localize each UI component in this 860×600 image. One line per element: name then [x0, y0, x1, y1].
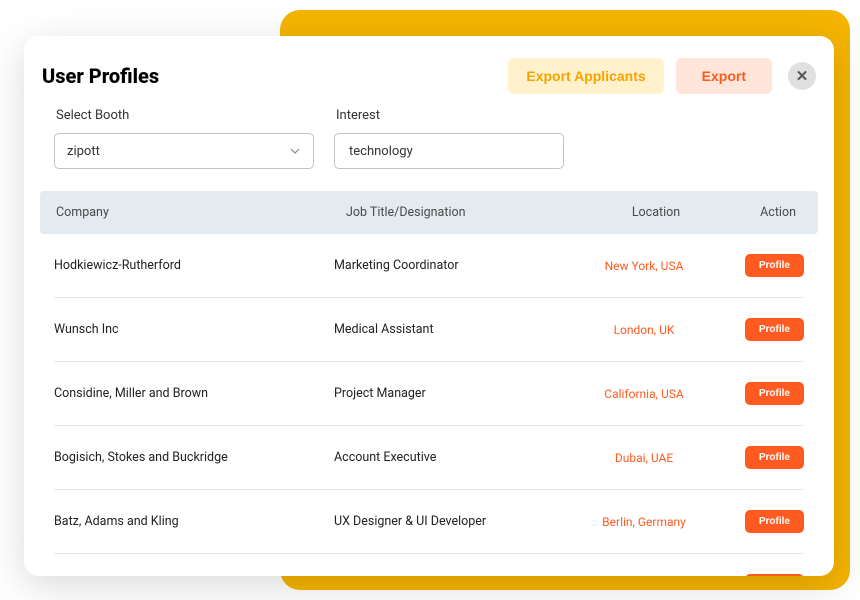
col-location-header: Location — [586, 205, 726, 220]
cell-company: Considine, Miller and Brown — [54, 386, 334, 401]
col-title-header: Job Title/Designation — [346, 205, 586, 220]
close-icon: ✕ — [796, 67, 809, 85]
cell-location: Berlin, Germany — [574, 515, 714, 529]
cell-location: Dubai, UAE — [574, 451, 714, 465]
profile-button[interactable]: Profile — [745, 446, 804, 469]
booth-select[interactable]: zipott — [54, 133, 314, 169]
cell-company: Batz, Adams and Kling — [54, 514, 334, 529]
close-button[interactable]: ✕ — [788, 62, 816, 90]
profile-button[interactable]: Profile — [745, 510, 804, 533]
booth-select-value: zipott — [67, 144, 100, 159]
table-header: Company Job Title/Designation Location A… — [40, 191, 818, 234]
cell-company: Hodkiewicz-Rutherford — [54, 258, 334, 273]
page-title: User Profiles — [42, 64, 508, 88]
profile-button[interactable]: Profile — [745, 382, 804, 405]
cell-title: Project Manager — [334, 386, 574, 401]
cell-title: Account Executive — [334, 450, 574, 465]
interest-filter-label: Interest — [336, 108, 564, 123]
cell-location: New York, USA — [574, 259, 714, 273]
cell-action: Profile — [714, 510, 804, 533]
table-body: Hodkiewicz-RutherfordMarketing Coordinat… — [24, 234, 834, 576]
cell-company: Bogisich, Stokes and Buckridge — [54, 450, 334, 465]
interest-input-wrap — [334, 133, 564, 169]
cell-location: California, USA — [574, 387, 714, 401]
cell-company: Wunsch Inc — [54, 322, 334, 337]
table-row: Hodkiewicz-RutherfordMarketing Coordinat… — [54, 234, 804, 298]
filters-row: Select Booth zipott Interest — [24, 98, 834, 169]
panel-header: User Profiles Export Applicants Export ✕ — [24, 58, 834, 98]
table-row: Considine, Miller and BrownProject Manag… — [54, 362, 804, 426]
col-company-header: Company — [50, 205, 346, 220]
profile-button[interactable]: Profile — [745, 318, 804, 341]
col-action-header: Action — [726, 205, 808, 220]
cell-action: Profile — [714, 382, 804, 405]
cell-action: Profile — [714, 574, 804, 576]
table-row: Batz, Adams and KlingUX Designer & UI De… — [54, 490, 804, 554]
interest-input[interactable] — [347, 143, 551, 160]
profile-button[interactable]: Profile — [745, 574, 804, 576]
export-applicants-button[interactable]: Export Applicants — [508, 58, 663, 94]
cell-title: UX Designer & UI Developer — [334, 514, 574, 529]
export-button[interactable]: Export — [676, 58, 772, 94]
booth-filter-label: Select Booth — [56, 108, 314, 123]
booth-filter: Select Booth zipott — [54, 108, 314, 169]
table-row: Hoppe LLCIT ProfessionalChicago, USAProf… — [54, 554, 804, 576]
profile-button[interactable]: Profile — [745, 254, 804, 277]
interest-filter: Interest — [334, 108, 564, 169]
user-profiles-panel: User Profiles Export Applicants Export ✕… — [24, 36, 834, 576]
cell-title: Medical Assistant — [334, 322, 574, 337]
cell-action: Profile — [714, 446, 804, 469]
table-row: Wunsch IncMedical AssistantLondon, UK Pro… — [54, 298, 804, 362]
cell-location: London, UK — [574, 323, 714, 337]
cell-title: Marketing Coordinator — [334, 258, 574, 273]
table-row: Bogisich, Stokes and BuckridgeAccount Ex… — [54, 426, 804, 490]
cell-action: Profile — [714, 318, 804, 341]
chevron-down-icon — [289, 145, 301, 157]
cell-action: Profile — [714, 254, 804, 277]
